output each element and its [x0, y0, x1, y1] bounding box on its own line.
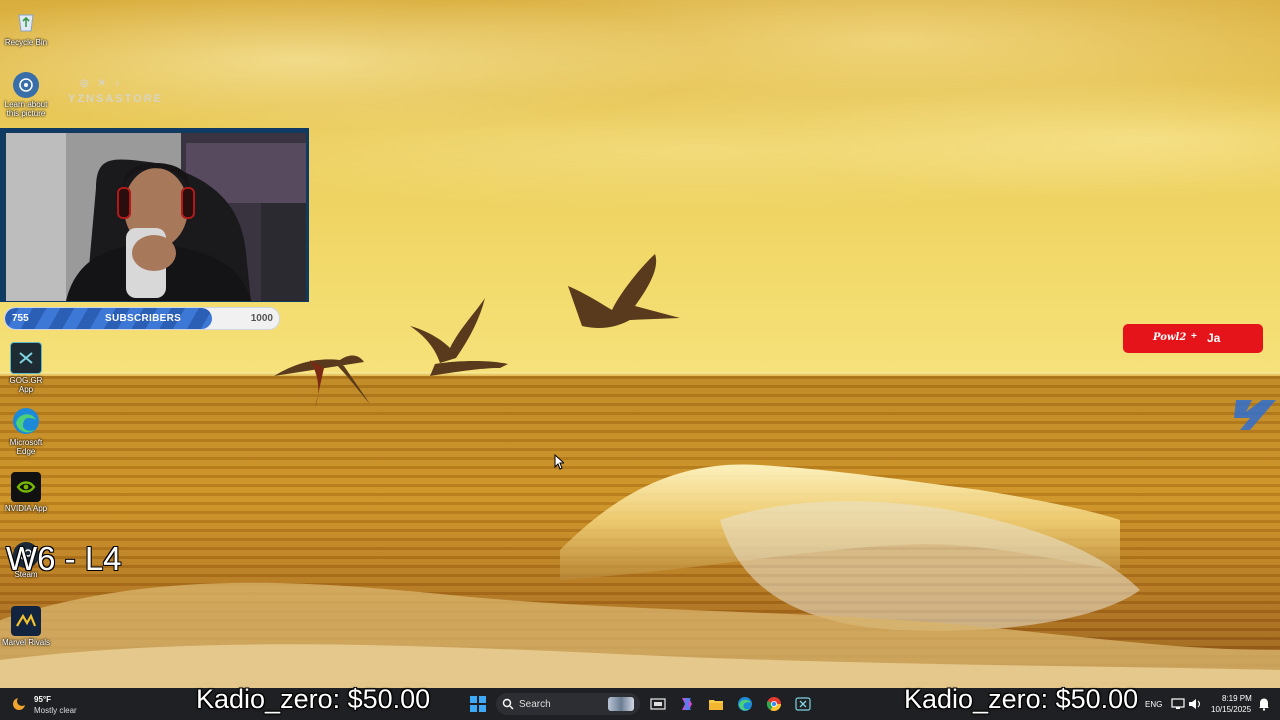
badge-signature: Powl2 [1153, 332, 1187, 343]
xbox-app-icon [10, 342, 42, 374]
webcam-scene [6, 133, 306, 301]
chrome-icon[interactable] [766, 696, 782, 712]
subscriber-goal-bar: 755 SUBSCRIBERS 1000 [4, 307, 280, 330]
marvel-rivals-icon [11, 606, 41, 636]
desktop-icon-marvel-rivals[interactable]: Marvel Rivals [2, 606, 50, 647]
pelicans [274, 254, 680, 408]
desktop-icon-label: Microsoft Edge [9, 438, 43, 456]
language-indicator[interactable]: ENG [1145, 700, 1162, 709]
edge-taskbar-icon[interactable] [737, 696, 753, 712]
camera-info-icon [13, 72, 39, 98]
breaking-wave [0, 464, 1280, 688]
store-name: YZNSASTORE [68, 93, 163, 105]
sponsor-badge: Powl2 + Ja [1123, 324, 1263, 353]
subscriber-label: SUBSCRIBERS [105, 313, 182, 324]
start-button[interactable] [470, 696, 486, 712]
notification-bell-icon[interactable] [1258, 697, 1270, 711]
desktop-icon-gog-app[interactable]: GOG.GR App [2, 342, 50, 394]
weather-condition: Mostly clear [34, 706, 77, 715]
weather-temperature: 95°F [34, 695, 51, 704]
desktop-icon-microsoft-edge[interactable]: Microsoft Edge [2, 406, 50, 456]
desktop-icon-recycle-bin[interactable]: Recycle Bin [2, 6, 50, 47]
file-explorer-icon[interactable] [708, 696, 724, 712]
edge-icon [11, 406, 41, 436]
search-label: Search [519, 699, 551, 710]
desktop-icon-label: Marvel Rivals [2, 638, 51, 647]
yz-logo-icon [1234, 400, 1276, 430]
copilot-icon[interactable] [679, 696, 695, 712]
taskbar-search[interactable]: Search [496, 693, 640, 715]
nvidia-icon [11, 472, 41, 502]
search-icon [502, 698, 514, 710]
social-icons: ◎ ✕ ♪ [80, 78, 123, 89]
task-view-icon[interactable] [650, 696, 666, 712]
weather-moon-icon [13, 696, 27, 710]
clock-time[interactable]: 8:19 PM [1222, 694, 1252, 703]
clock-date[interactable]: 10/15/2025 [1211, 705, 1251, 714]
volume-icon[interactable] [1188, 697, 1202, 711]
weather-widget[interactable]: 95°F Mostly clear [10, 692, 100, 716]
desktop-wallpaper [0, 0, 1280, 688]
taskbar: 95°F Mostly clear Kadio_zero: $50.00 Sea… [0, 684, 1280, 720]
xbox-taskbar-icon[interactable] [795, 696, 811, 712]
mouse-cursor-icon [554, 454, 564, 470]
donation-alert-left: Kadio_zero: $50.00 [196, 684, 431, 714]
desktop-icon-label: GOG.GR App [9, 376, 43, 394]
webcam-feed [6, 133, 306, 301]
search-highlight-image [608, 697, 634, 711]
win-loss-counter: W6 - L4 [6, 540, 122, 577]
webcam-frame [0, 128, 309, 302]
network-icon[interactable] [1171, 697, 1185, 711]
badge-text: Ja [1207, 331, 1221, 345]
donation-alert-right: Kadio_zero: $50.00 [904, 684, 1139, 714]
subscriber-goal: 1000 [250, 313, 273, 324]
desktop-icon-label: NVIDIA App [4, 504, 48, 513]
desktop-icon-label: Learn about this picture [4, 100, 48, 118]
subscriber-current: 755 [12, 313, 29, 324]
desktop-icon-nvidia-app[interactable]: NVIDIA App [2, 472, 50, 513]
recycle-bin-icon [11, 6, 41, 36]
social-watermark: ◎ ✕ ♪ YZNSASTORE [62, 76, 192, 108]
desktop-icon-learn-about-picture[interactable]: Learn about this picture [2, 72, 50, 118]
badge-symbol: + [1191, 331, 1197, 342]
desktop-icon-label: Recycle Bin [4, 38, 48, 47]
